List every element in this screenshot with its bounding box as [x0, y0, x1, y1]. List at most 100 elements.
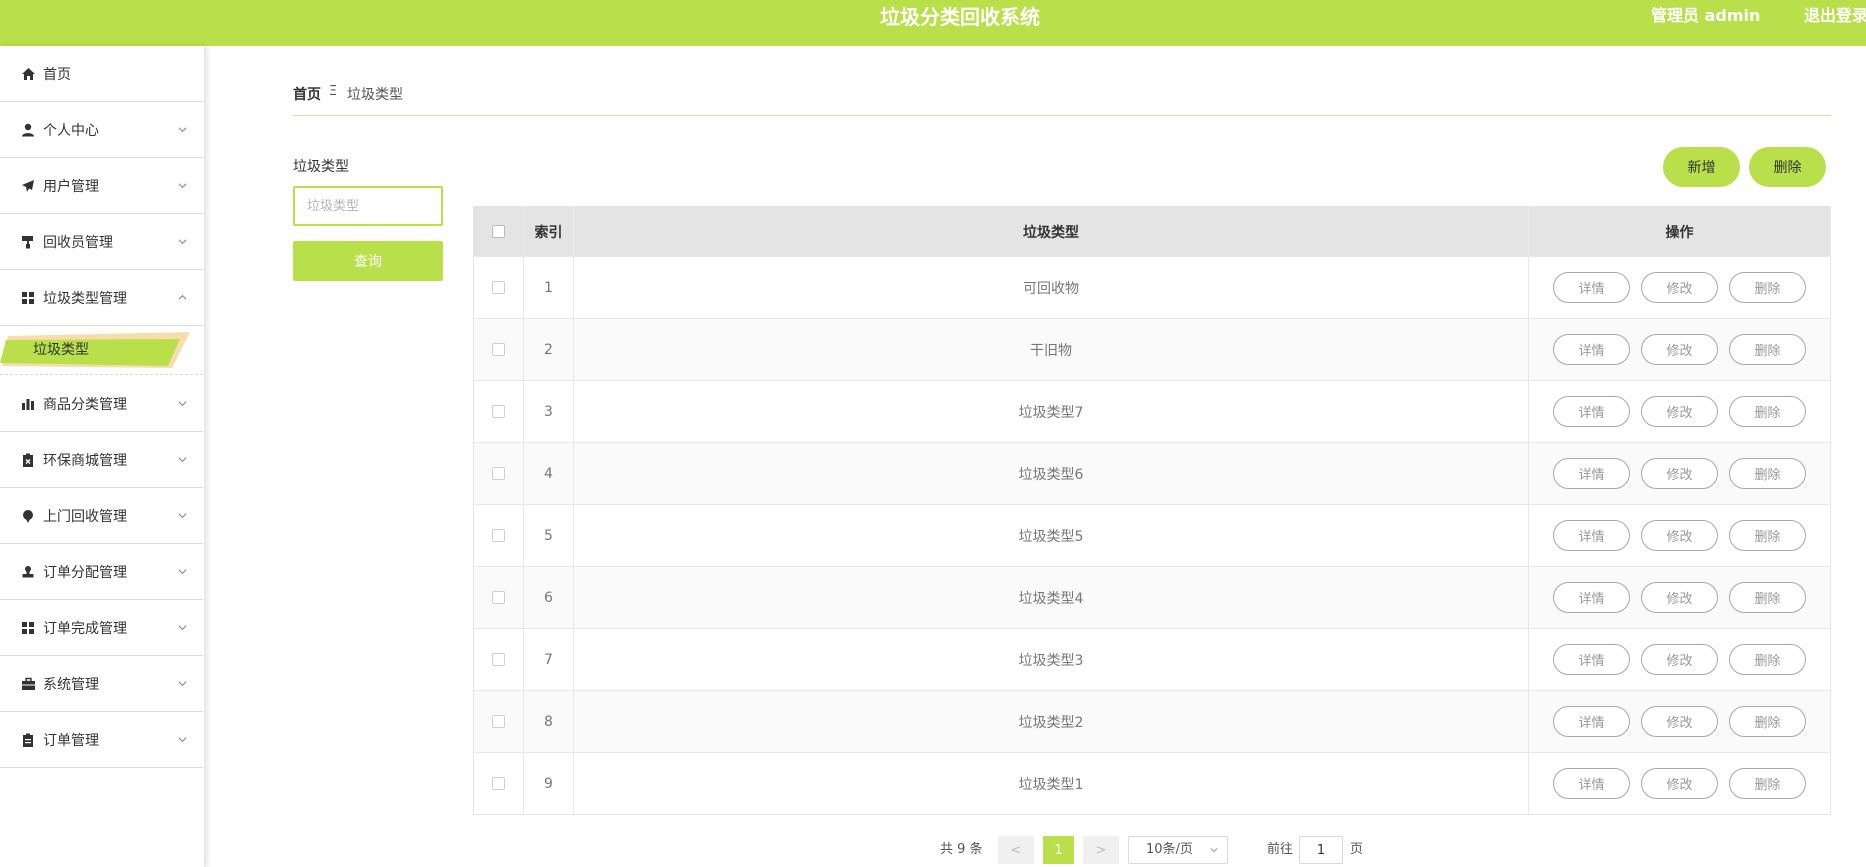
delete-button[interactable]: 删除	[1729, 768, 1806, 799]
active-brush-highlight	[0, 332, 190, 368]
row-checkbox[interactable]	[492, 405, 505, 418]
detail-button[interactable]: 详情	[1553, 644, 1630, 675]
row-checkbox[interactable]	[492, 467, 505, 480]
breadcrumb: 首页 Ξ 垃圾类型	[293, 80, 1831, 116]
delete-button[interactable]: 删除	[1729, 334, 1806, 365]
bar-chart-icon	[20, 396, 36, 412]
table-row: 2 干旧物 详情 修改 删除	[473, 318, 1831, 381]
row-actions: 详情 修改 删除	[1528, 566, 1831, 629]
sidebar-item-product-category-management[interactable]: 商品分类管理	[0, 376, 203, 432]
stamp-icon	[20, 564, 36, 580]
sidebar-item-home[interactable]: 首页	[0, 46, 203, 102]
sidebar-item-order-assignment-management[interactable]: 订单分配管理	[0, 544, 203, 600]
row-index: 1	[523, 256, 574, 319]
sidebar-item-door-recycling-management[interactable]: 上门回收管理	[0, 488, 203, 544]
grid-icon	[20, 620, 36, 636]
detail-button[interactable]: 详情	[1553, 334, 1630, 365]
detail-button[interactable]: 详情	[1553, 396, 1630, 427]
add-button[interactable]: 新增	[1663, 147, 1740, 187]
sidebar-item-order-management[interactable]: 订单管理	[0, 712, 203, 768]
row-select-cell	[473, 690, 524, 753]
prev-page-button[interactable]: <	[998, 836, 1034, 864]
goto-page-input[interactable]	[1299, 836, 1343, 864]
logout-link[interactable]: 退出登录	[1804, 0, 1866, 32]
detail-button[interactable]: 详情	[1553, 520, 1630, 551]
sidebar-item-order-completion-management[interactable]: 订单完成管理	[0, 600, 203, 656]
row-checkbox[interactable]	[492, 591, 505, 604]
page-number-button[interactable]: 1	[1043, 836, 1074, 864]
sidebar-item-eco-mall-management[interactable]: 环保商城管理	[0, 432, 203, 488]
garbage-type-search-input[interactable]	[293, 186, 443, 226]
delete-button[interactable]: 删除	[1729, 272, 1806, 303]
detail-button[interactable]: 详情	[1553, 768, 1630, 799]
edit-button[interactable]: 修改	[1641, 396, 1718, 427]
top-bar: 垃圾分类回收系统 管理员 admin 退出登录	[0, 0, 1866, 46]
breadcrumb-home-link[interactable]: 首页	[293, 84, 321, 104]
edit-button[interactable]: 修改	[1641, 520, 1718, 551]
chevron-up-icon	[178, 294, 187, 300]
table-row: 4 垃圾类型6 详情 修改 删除	[473, 442, 1831, 505]
column-header-index: 索引	[523, 206, 574, 257]
paint-roller-icon	[20, 234, 36, 250]
breadcrumb-separator: Ξ	[329, 84, 338, 99]
edit-button[interactable]: 修改	[1641, 334, 1718, 365]
sidebar-subitem-label: 垃圾类型	[33, 342, 89, 358]
sidebar-item-recycler-management[interactable]: 回收员管理	[0, 214, 203, 270]
row-actions: 详情 修改 删除	[1528, 628, 1831, 691]
sidebar-item-label: 上门回收管理	[43, 508, 127, 525]
detail-button[interactable]: 详情	[1553, 272, 1630, 303]
delete-button[interactable]: 删除	[1729, 706, 1806, 737]
search-button[interactable]: 查询	[293, 241, 443, 281]
row-actions: 详情 修改 删除	[1528, 380, 1831, 443]
table-row: 3 垃圾类型7 详情 修改 删除	[473, 380, 1831, 443]
row-checkbox[interactable]	[492, 529, 505, 542]
admin-user-label: 管理员 admin	[1651, 6, 1761, 25]
sidebar-item-label: 订单分配管理	[43, 564, 127, 581]
sidebar-item-garbage-type-management[interactable]: 垃圾类型管理	[0, 270, 203, 326]
row-index: 6	[523, 566, 574, 629]
sidebar-item-user-management[interactable]: 用户管理	[0, 158, 203, 214]
row-checkbox[interactable]	[492, 777, 505, 790]
grid-icon	[20, 290, 36, 306]
edit-button[interactable]: 修改	[1641, 582, 1718, 613]
sidebar-item-label: 用户管理	[43, 178, 99, 195]
edit-button[interactable]: 修改	[1641, 272, 1718, 303]
detail-button[interactable]: 详情	[1553, 706, 1630, 737]
sidebar-item-personal-center[interactable]: 个人中心	[0, 102, 203, 158]
row-select-cell	[473, 504, 524, 567]
chevron-down-icon	[178, 239, 187, 245]
row-checkbox[interactable]	[492, 281, 505, 294]
sidebar-item-label: 订单完成管理	[43, 620, 127, 637]
location-icon	[20, 508, 36, 524]
detail-button[interactable]: 详情	[1553, 582, 1630, 613]
row-checkbox[interactable]	[492, 343, 505, 356]
page-size-select[interactable]: 10条/页	[1128, 836, 1228, 864]
edit-button[interactable]: 修改	[1641, 768, 1718, 799]
row-actions: 详情 修改 删除	[1528, 690, 1831, 753]
clipboard-icon	[20, 732, 36, 748]
row-checkbox[interactable]	[492, 715, 505, 728]
row-select-cell	[473, 752, 524, 815]
row-garbage-type: 垃圾类型3	[573, 628, 1529, 691]
table-header-row: 索引 垃圾类型 操作	[473, 206, 1831, 257]
edit-button[interactable]: 修改	[1641, 706, 1718, 737]
delete-button[interactable]: 删除	[1729, 396, 1806, 427]
edit-button[interactable]: 修改	[1641, 458, 1718, 489]
delete-button[interactable]: 删除	[1729, 458, 1806, 489]
row-checkbox[interactable]	[492, 653, 505, 666]
row-index: 5	[523, 504, 574, 567]
select-all-checkbox[interactable]	[492, 225, 505, 238]
batch-delete-button[interactable]: 删除	[1749, 147, 1826, 187]
clipboard-x-icon	[20, 452, 36, 468]
sidebar-item-system-management[interactable]: 系统管理	[0, 656, 203, 712]
row-index: 3	[523, 380, 574, 443]
detail-button[interactable]: 详情	[1553, 458, 1630, 489]
sidebar-subitem-garbage-type[interactable]: 垃圾类型	[0, 325, 203, 375]
delete-button[interactable]: 删除	[1729, 644, 1806, 675]
next-page-button[interactable]: >	[1083, 836, 1119, 864]
page-size-value: 10条/页	[1146, 842, 1193, 857]
edit-button[interactable]: 修改	[1641, 644, 1718, 675]
delete-button[interactable]: 删除	[1729, 520, 1806, 551]
delete-button[interactable]: 删除	[1729, 582, 1806, 613]
row-garbage-type: 垃圾类型6	[573, 442, 1529, 505]
